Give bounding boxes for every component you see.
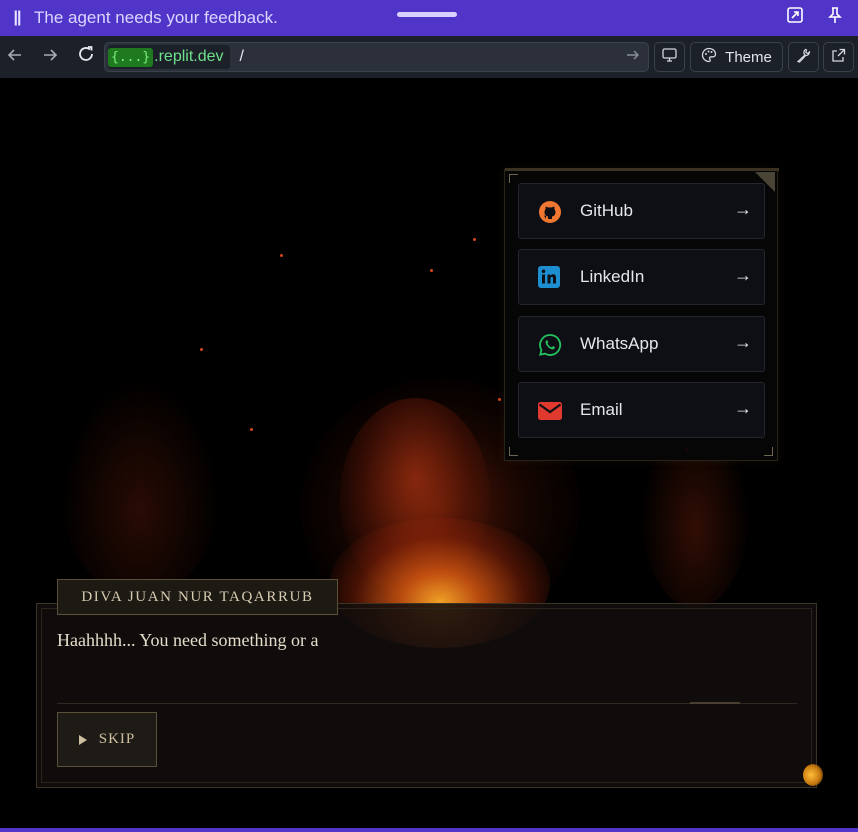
arrow-left-icon[interactable]: [3, 45, 27, 69]
ember: [498, 398, 501, 401]
url-tag: {...}: [108, 47, 154, 67]
address-bar[interactable]: {...} .replit.dev /: [104, 42, 649, 72]
linkedin-link[interactable]: LinkedIn →: [518, 249, 765, 305]
arrow-right-icon[interactable]: [38, 45, 62, 69]
whatsapp-link[interactable]: WhatsApp →: [518, 316, 765, 372]
left-fire-glow: [60, 378, 220, 598]
agent-feedback-bar: || The agent needs your feedback.: [0, 0, 858, 36]
email-link[interactable]: Email →: [518, 382, 765, 438]
monitor-icon: [662, 48, 677, 66]
arrow-right-icon: →: [734, 199, 752, 219]
panel-corner: [764, 447, 773, 456]
agent-message: The agent needs your feedback.: [34, 8, 278, 27]
expand-icon[interactable]: [783, 6, 807, 30]
speaker-nameplate: DIVA JUAN NUR TAQARRUB: [57, 579, 338, 615]
device-preview-button[interactable]: [654, 42, 685, 72]
external-link-icon: [831, 48, 846, 67]
ember: [280, 254, 283, 257]
social-links-panel: GitHub → LinkedIn → WhatsApp → Email →: [504, 168, 779, 461]
reload-icon[interactable]: [74, 45, 98, 69]
arrow-right-icon: →: [734, 265, 752, 285]
theme-button[interactable]: Theme: [690, 42, 783, 72]
whatsapp-icon: [538, 333, 562, 357]
dialogue-divider: [57, 703, 797, 704]
github-icon: [538, 200, 562, 224]
theme-label: Theme: [725, 48, 772, 66]
palette-icon: [701, 47, 717, 67]
skip-label: SKIP: [98, 731, 136, 747]
link-label: WhatsApp: [580, 334, 659, 353]
url-path: /: [239, 48, 244, 65]
play-icon: [78, 734, 87, 745]
url-host: {...} .replit.dev: [108, 45, 230, 69]
linkedin-icon: [538, 266, 562, 290]
devtools-button[interactable]: [788, 42, 819, 72]
dialogue-text: Haahhhh... You need something or a: [57, 630, 319, 650]
ember: [200, 348, 203, 351]
bottom-accent-bar: [0, 828, 858, 832]
panel-corner: [509, 447, 518, 456]
arrow-right-icon: →: [734, 332, 752, 352]
github-link[interactable]: GitHub →: [518, 183, 765, 239]
ember: [473, 238, 476, 241]
pause-icon[interactable]: ||: [0, 9, 34, 27]
link-label: Email: [580, 400, 623, 419]
pin-icon[interactable]: [823, 6, 847, 30]
skip-button[interactable]: SKIP: [57, 712, 157, 767]
link-label: GitHub: [580, 201, 633, 220]
mail-icon: [538, 399, 562, 423]
browser-toolbar: {...} .replit.dev / Theme: [0, 36, 858, 78]
continue-orb[interactable]: [803, 764, 823, 786]
url-domain: .replit.dev: [154, 48, 224, 65]
drag-handle[interactable]: [397, 12, 457, 17]
wrench-icon: [796, 48, 811, 67]
link-label: LinkedIn: [580, 267, 645, 286]
ember: [430, 269, 433, 272]
dialogue-progress-mark: [690, 702, 740, 704]
open-external-button[interactable]: [823, 42, 854, 72]
ember: [250, 428, 253, 431]
arrow-right-icon: →: [734, 398, 752, 418]
arrow-right-icon[interactable]: [626, 48, 640, 66]
panel-corner: [509, 174, 518, 183]
